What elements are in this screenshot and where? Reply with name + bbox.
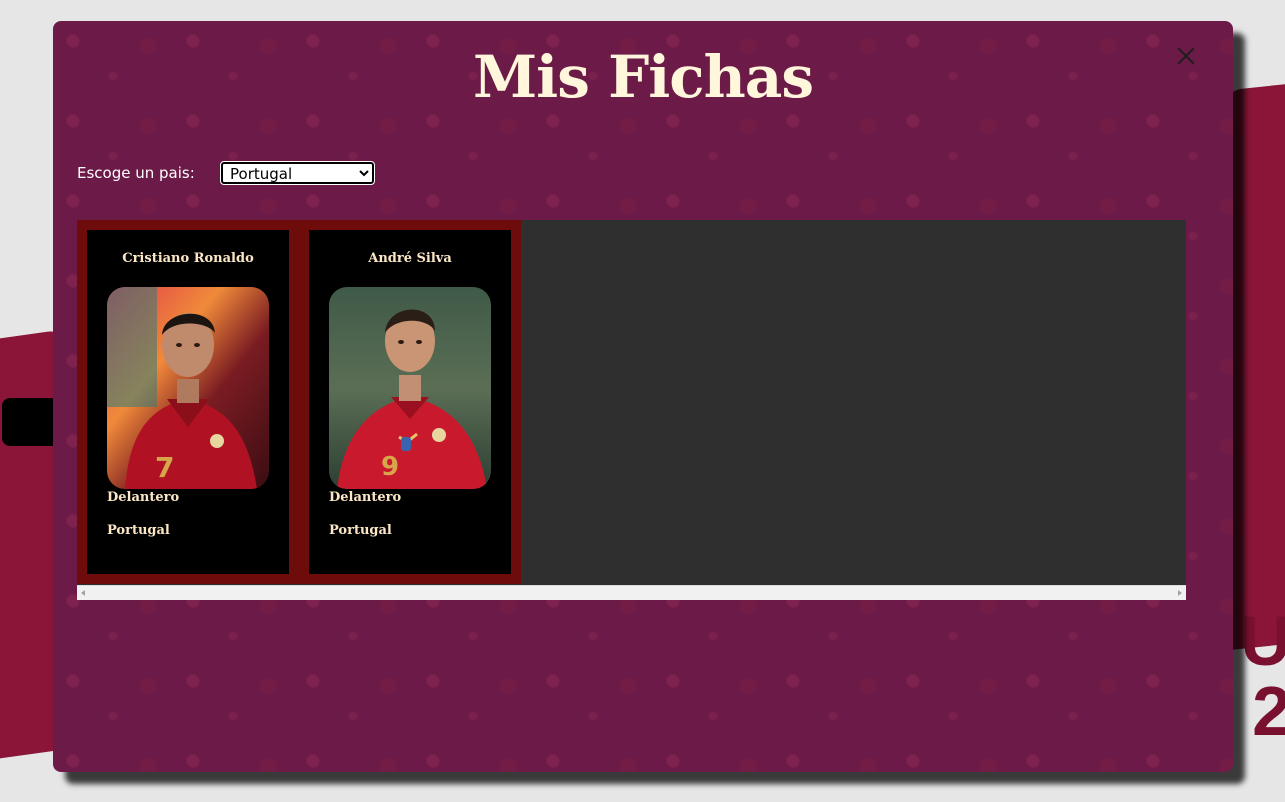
player-photo: 9 [329,287,491,489]
modal-title: Mis Fichas [472,43,814,111]
country-label: Escoge un pais: [77,164,195,182]
player-country: Portugal [329,523,392,538]
fichas-modal: Mis Fichas Escoge un pais: Portugal Cris… [53,21,1233,772]
jersey-number: 9 [381,452,399,482]
background-logo-text: U2 [1240,602,1285,750]
player-photo: 7 [107,287,269,489]
country-select[interactable]: Portugal [220,161,375,185]
player-name: André Silva [368,251,452,266]
player-card[interactable]: André Silva 9 Delantero Portugal [309,230,511,574]
country-filter: Escoge un pais: Portugal [77,161,375,185]
player-position: Delantero [329,490,402,505]
close-icon[interactable] [1175,45,1197,67]
cards-container[interactable]: Cristiano Ronaldo 7 Delantero Portugal A… [77,220,1186,600]
player-country: Portugal [107,523,170,538]
player-position: Delantero [107,490,180,505]
scroll-right-icon[interactable] [1178,590,1182,596]
jersey-number: 7 [155,451,174,484]
scroll-left-icon[interactable] [81,590,85,596]
horizontal-scrollbar[interactable] [77,585,1186,600]
player-card[interactable]: Cristiano Ronaldo 7 Delantero Portugal [87,230,289,574]
cards-strip: Cristiano Ronaldo 7 Delantero Portugal A… [77,220,521,584]
player-name: Cristiano Ronaldo [122,251,254,266]
